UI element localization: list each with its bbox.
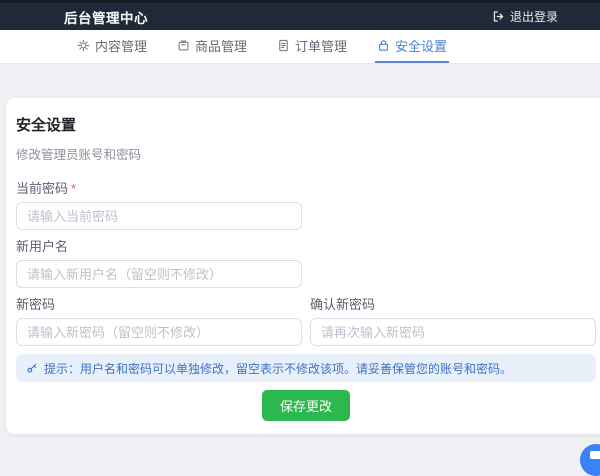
current-password-field: 当前密码* <box>16 180 302 230</box>
tab-label: 商品管理 <box>195 36 247 55</box>
new-password-field: 新密码 <box>16 296 302 346</box>
save-button[interactable]: 保存更改 <box>262 390 350 421</box>
current-password-label: 当前密码* <box>16 180 302 198</box>
tab-label: 内容管理 <box>95 36 147 55</box>
button-row: 保存更改 <box>16 390 596 421</box>
new-username-field: 新用户名 <box>16 238 302 288</box>
security-settings-card: 安全设置 修改管理员账号和密码 当前密码* 新用户名 新密码 确认新密码 <box>6 98 600 434</box>
tab-product-management[interactable]: 商品管理 <box>175 30 249 63</box>
new-username-input[interactable] <box>16 260 302 288</box>
tab-content-management[interactable]: 内容管理 <box>75 30 149 63</box>
tip-banner: 提示：用户名和密码可以单独修改，留空表示不修改该项。请妥善保管您的账号和密码。 <box>16 354 596 382</box>
new-password-input[interactable] <box>16 318 302 346</box>
tab-security-settings[interactable]: 安全设置 <box>375 30 449 63</box>
chat-icon <box>590 451 600 459</box>
page-title: 安全设置 <box>16 114 596 135</box>
confirm-password-input[interactable] <box>310 318 596 346</box>
current-password-input[interactable] <box>16 202 302 230</box>
new-username-label: 新用户名 <box>16 238 302 256</box>
lock-icon <box>377 39 390 52</box>
confirm-password-label: 确认新密码 <box>310 296 596 314</box>
tab-label: 订单管理 <box>295 36 347 55</box>
nav-bar: 内容管理 商品管理 订单管理 安全设置 <box>0 30 600 64</box>
logout-button[interactable]: 退出登录 <box>492 8 558 25</box>
box-icon <box>177 39 190 52</box>
tab-label: 安全设置 <box>395 36 447 55</box>
logout-icon <box>492 10 505 23</box>
tab-order-management[interactable]: 订单管理 <box>275 30 349 63</box>
top-bar: 后台管理中心 退出登录 <box>0 0 600 30</box>
new-password-label: 新密码 <box>16 296 302 314</box>
chat-widget-button[interactable] <box>580 444 600 476</box>
key-icon <box>26 362 38 374</box>
gear-icon <box>77 39 90 52</box>
confirm-password-field: 确认新密码 <box>310 296 596 346</box>
security-form: 当前密码* 新用户名 新密码 确认新密码 <box>16 180 596 346</box>
document-icon <box>277 39 290 52</box>
logout-label: 退出登录 <box>510 8 558 25</box>
app-title: 后台管理中心 <box>64 7 148 27</box>
page-subtitle: 修改管理员账号和密码 <box>16 144 596 163</box>
tip-text: 提示：用户名和密码可以单独修改，留空表示不修改该项。请妥善保管您的账号和密码。 <box>44 360 512 377</box>
required-mark: * <box>71 181 76 196</box>
